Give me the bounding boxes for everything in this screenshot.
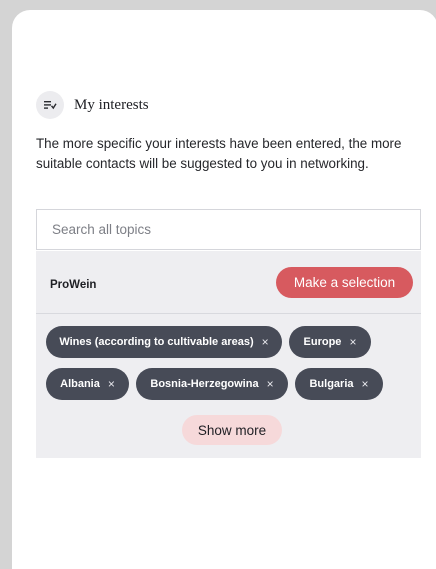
page-title: My interests xyxy=(74,96,149,113)
chip-label: Europe xyxy=(303,336,342,348)
topic-chip[interactable]: Albania × xyxy=(46,368,129,400)
filter-list-icon xyxy=(36,91,64,119)
page-background: My interests The more specific your inte… xyxy=(0,0,436,569)
chip-label: Bosnia-Herzegowina xyxy=(150,378,259,390)
topic-group-name: ProWein xyxy=(50,279,97,291)
intro-text: The more specific your interests have be… xyxy=(36,136,402,171)
close-icon[interactable]: × xyxy=(108,377,115,391)
show-more-button[interactable]: Show more xyxy=(182,415,282,445)
make-selection-button[interactable]: Make a selection xyxy=(276,267,413,298)
topic-chip[interactable]: Bosnia-Herzegowina × xyxy=(136,368,288,400)
close-icon[interactable]: × xyxy=(349,335,356,349)
close-icon[interactable]: × xyxy=(267,377,274,391)
topic-chip[interactable]: Wines (according to cultivable areas) × xyxy=(46,326,282,358)
close-icon[interactable]: × xyxy=(262,335,269,349)
topic-group-panel: ProWein Make a selection Wines (accordin… xyxy=(36,251,421,458)
chip-label: Albania xyxy=(60,378,100,390)
chip-label: Wines (according to cultivable areas) xyxy=(59,336,254,348)
topic-chip[interactable]: Europe × xyxy=(289,326,371,358)
chip-label: Bulgaria xyxy=(309,378,354,390)
search-input[interactable] xyxy=(36,209,421,250)
topic-group-header: ProWein Make a selection xyxy=(36,251,421,314)
topic-chip[interactable]: Bulgaria × xyxy=(295,368,383,400)
interests-header: My interests xyxy=(36,91,149,119)
close-icon[interactable]: × xyxy=(362,377,369,391)
